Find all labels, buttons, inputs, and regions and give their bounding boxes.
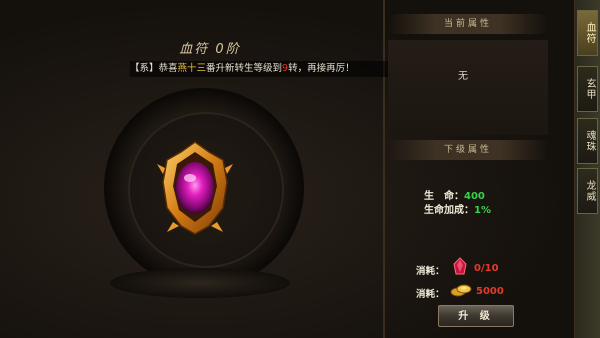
- upgrade-button[interactable]: 升 级: [438, 305, 514, 327]
- talisman-display-pane: 血符 0阶 【系】恭喜燕十三番升新转生等级到9转，再接再厉！: [0, 0, 430, 338]
- blood-talisman-gem-icon[interactable]: [153, 138, 237, 238]
- cost-gold-value: 5000: [476, 286, 504, 297]
- talisman-pedestal: [110, 268, 290, 298]
- side-tab-bar: 血符 玄甲 魂珠 龙威: [575, 0, 600, 338]
- next-attr-hp: 生 命：400: [424, 187, 485, 202]
- tab-dark-armor[interactable]: 玄甲: [577, 66, 598, 112]
- tab-soul-orb[interactable]: 魂珠: [577, 118, 598, 164]
- current-attr-header: 当前属性: [388, 14, 548, 34]
- cost-material-label: 消耗：: [416, 266, 445, 277]
- hp-bonus-value: 1%: [474, 205, 491, 216]
- sys-msg-prefix: 【系】恭喜: [130, 63, 178, 74]
- cost-material-value: 0/10: [474, 263, 499, 274]
- red-crystal-icon[interactable]: [451, 257, 469, 277]
- talisman-title: 血符 0阶: [179, 42, 241, 57]
- tab-dragon-might[interactable]: 龙威: [577, 168, 598, 214]
- next-attr-header: 下级属性: [388, 140, 548, 160]
- current-attr-panel: [388, 40, 548, 135]
- system-message: 【系】恭喜燕十三番升新转生等级到9转，再接再厉！: [130, 61, 430, 77]
- tab-blood-talisman[interactable]: 血符: [577, 10, 598, 56]
- sys-msg-player[interactable]: 燕十三: [178, 63, 207, 74]
- sys-msg-suffix: 转，再接再厉！: [288, 63, 355, 74]
- blood-talisman-window: 血符 0阶 【系】恭喜燕十三番升新转生等级到9转，再接再厉！ 当前属性 无 下级…: [0, 0, 575, 338]
- current-attr-none: 无: [458, 71, 468, 82]
- gold-coin-icon[interactable]: [450, 282, 472, 298]
- attribute-pane: 当前属性 无 下级属性 生 命：400 生命加成：1% 消耗： 0/10 消耗：…: [388, 0, 575, 338]
- cost-gold-label: 消耗：: [416, 289, 445, 300]
- next-attr-hp-bonus: 生命加成：1%: [424, 201, 491, 216]
- hp-bonus-label: 生命加成：: [424, 205, 474, 216]
- sys-msg-middle: 番升新转生等级到: [206, 63, 283, 74]
